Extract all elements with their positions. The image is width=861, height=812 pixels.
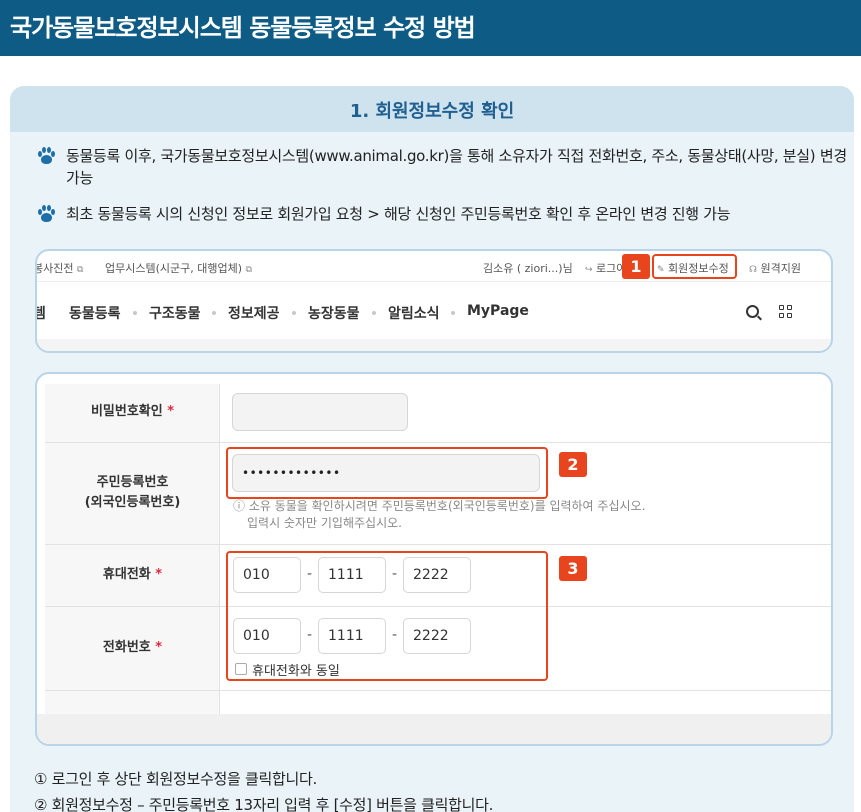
nav-separator [451,311,455,315]
row-divider [45,442,831,443]
external-link-icon: ⧉ [76,265,84,275]
row-divider [45,690,831,691]
topbar-link[interactable]: 봉사진전 ⧉ [37,260,84,276]
callout-number-1: 1 [622,254,650,279]
paw-icon [36,146,56,166]
section-panel: 1. 회원정보수정 확인 동물등록 이후, 국가동물보호정보시스템(www.an… [10,86,854,812]
callout-box-3 [226,551,548,681]
callout-box-2 [226,447,548,499]
phone-label: 전화번호 * [102,640,163,655]
password-confirm-input[interactable] [232,393,408,431]
step-2: ② 회원정보수정 – 주민등록번호 13자리 입력 후 [수정] 버튼을 클릭합… [34,796,494,812]
resident-no-label: 주민등록번호 (외국인등록번호) [84,475,181,510]
site-header-screenshot: 봉사진전 ⧉ 업무시스템(시군구, 대행업체) ⧉ 김소유 ( ziori...… [35,249,833,353]
nav-item-mypage[interactable]: MyPage [467,303,529,319]
logout-icon: ↪ [585,265,593,275]
bullet-text: 최초 동물등록 시의 신청인 정보로 회원가입 요청 > 해당 신청인 주민등록… [66,205,731,223]
callout-number-3: 3 [559,556,587,581]
step-1: ① 로그인 후 상단 회원정보수정을 클릭합니다. [34,770,317,788]
nav-item-registration[interactable]: 동물등록 [69,303,121,323]
nav-item-rescue[interactable]: 구조동물 [149,303,201,323]
section-header: 1. 회원정보수정 확인 [10,86,854,132]
nav-item-news[interactable]: 알림소식 [388,303,440,323]
page-title: 국가동물보호정보시스템 동물등록정보 수정 방법 [10,14,476,42]
member-form-screenshot: 비밀번호확인 * 주민등록번호 (외국인등록번호) ••••••••••••• ⓘ… [35,372,833,746]
remote-support-link[interactable]: ☊ 원격지원 [749,260,801,276]
bullet-item: 최초 동물등록 시의 신청인 정보로 회원가입 요청 > 해당 신청인 주민등록… [36,203,848,225]
mobile-label: 휴대전화 * [102,567,163,582]
nav-separator [133,311,137,315]
bullet-item: 동물등록 이후, 국가동물보호정보시스템(www.animal.go.kr)을 … [36,145,848,189]
main-nav: 템 동물등록 구조동물 정보제공 농장동물 알림소식 MyPage [37,283,831,339]
nav-separator [372,311,376,315]
external-link-icon: ⧉ [245,265,252,275]
section-title: 1. 회원정보수정 확인 [349,101,515,122]
callout-box-1 [652,254,737,279]
nav-separator [292,311,296,315]
password-confirm-label: 비밀번호확인 * [90,404,175,419]
nav-item-farm[interactable]: 농장동물 [308,303,360,323]
resident-no-help-2: 입력시 숫자만 기입해주십시오. [247,516,402,530]
grid-menu-icon[interactable] [779,305,793,319]
paw-icon [36,204,56,224]
row-divider [45,544,831,545]
form-next-row [37,714,831,744]
nav-shadow [37,339,831,351]
page-header: 국가동물보호정보시스템 동물등록정보 수정 방법 [0,0,861,56]
nav-item-partial[interactable]: 템 [37,303,46,323]
user-name: 김소유 ( ziori...)님 [483,262,573,275]
callout-number-2: 2 [559,452,587,477]
nav-separator [212,311,216,315]
nav-item-info[interactable]: 정보제공 [228,303,280,323]
search-icon[interactable] [746,305,759,318]
label-column [45,384,220,714]
resident-no-help: ⓘ 소유 동물을 확인하시려면 주민등록번호(외국인등록번호)를 입력하여 주십… [233,499,646,513]
headset-icon: ☊ [749,265,757,275]
topbar-link-business[interactable]: 업무시스템(시군구, 대행업체) ⧉ [105,260,252,276]
bullet-text: 동물등록 이후, 국가동물보호정보시스템(www.animal.go.kr)을 … [66,147,847,187]
